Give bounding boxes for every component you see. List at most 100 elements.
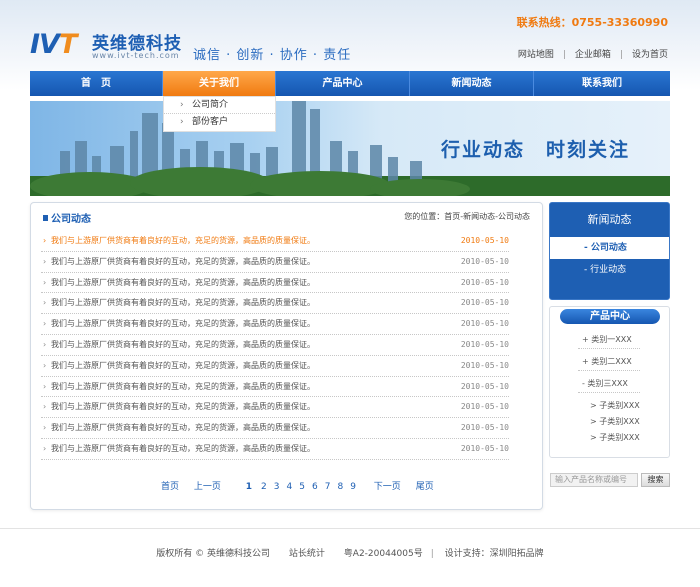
page-number-link[interactable]: 4 — [287, 482, 293, 492]
news-row[interactable]: › 我们与上游原厂供货商有着良好的互动，充足的货源，高品质的质量保证。 2010-0… — [41, 418, 509, 439]
chevron-right-icon: › — [43, 360, 47, 370]
news-date: 2010-05-10 — [460, 360, 509, 370]
chevron-right-icon: › — [43, 236, 47, 245]
product-search-input[interactable]: 输入产品名称或编号 — [550, 473, 638, 487]
breadcrumb: 您的位置：首页-新闻动态-公司动态 — [404, 212, 530, 221]
banner: 行业动态 时刻关注 — [30, 101, 670, 196]
news-row[interactable]: › 我们与上游原厂供货商有着良好的互动，充足的货源，高品质的质量保证。 2010-0… — [41, 439, 509, 460]
news-date: 2010-05-10 — [460, 381, 509, 391]
category-1[interactable]: + 类别一XXX — [582, 334, 632, 345]
last-page-link[interactable]: 尾页 — [416, 482, 434, 492]
chevron-right-icon: › — [180, 100, 184, 110]
icp-number: 粤A2-20044005号 — [343, 549, 423, 559]
news-date: 2010-05-10 — [460, 319, 509, 329]
news-row[interactable]: › 我们与上游原厂供货商有着良好的互动，充足的货源，高品质的质量保证。 2010-0… — [41, 314, 509, 335]
page-number-link[interactable]: 6 — [312, 482, 318, 492]
page-number-link[interactable]: 7 — [325, 482, 331, 492]
news-title[interactable]: 我们与上游原厂供货商有着良好的互动，充足的货源，高品质的质量保证。 — [51, 293, 315, 313]
page-number-link[interactable]: 1 — [246, 482, 252, 492]
news-title[interactable]: 我们与上游原厂供货商有着良好的互动，充足的货源，高品质的质量保证。 — [51, 356, 315, 376]
footer: 版权所有 © 英维德科技公司 站长统计 粤A2-20044005号 | 设计支持：… — [156, 549, 544, 559]
chevron-right-icon: › — [43, 381, 47, 391]
chevron-right-icon: › — [43, 402, 47, 412]
prev-page-link[interactable]: 上一页 — [194, 482, 221, 492]
side-item-company-news[interactable]: - 公司动态 — [550, 237, 669, 259]
nav-item-home[interactable]: 首 页 — [30, 71, 163, 96]
news-date: 2010-05-10 — [460, 339, 509, 349]
page-number-link[interactable]: 8 — [337, 482, 343, 492]
news-title[interactable]: 我们与上游原厂供货商有着良好的互动，充足的货源，高品质的质量保证。 — [51, 397, 315, 417]
nav-item-contact[interactable]: 联系我们 — [534, 71, 670, 96]
page-number-link[interactable]: 9 — [350, 482, 356, 492]
news-title[interactable]: 我们与上游原厂供货商有着良好的互动，充足的货源，高品质的质量保证。 — [51, 252, 315, 272]
email-link[interactable]: 企业邮箱 — [575, 50, 611, 60]
news-date: 2010-05-10 — [460, 256, 509, 266]
chevron-right-icon: › — [43, 277, 47, 287]
pagination: 首页 上一页 123456789 下一页 尾页 — [161, 479, 446, 492]
nav-item-products[interactable]: 产品中心 — [276, 71, 410, 96]
hotline: 联系热线：0755-33360990 — [516, 16, 668, 29]
search-button[interactable]: 搜索 — [641, 473, 670, 487]
category-2[interactable]: + 类别二XXX — [582, 356, 632, 367]
dropdown-item-clients[interactable]: › 部份客户 — [164, 114, 275, 131]
about-dropdown: › 公司简介 › 部份客户 — [163, 96, 276, 132]
news-title[interactable]: 我们与上游原厂供货商有着良好的互动，充足的货源，高品质的质量保证。 — [51, 273, 315, 293]
subcategory-1[interactable]: > 子类别XXX — [590, 400, 640, 411]
chevron-right-icon: › — [43, 298, 47, 308]
news-row[interactable]: › 我们与上游原厂供货商有着良好的互动，充足的货源，高品质的质量保证。 2010-0… — [41, 231, 509, 252]
news-date: 2010-05-10 — [460, 236, 509, 245]
news-list: › 我们与上游原厂供货商有着良好的互动，充足的货源，高品质的质量保证。 2010-0… — [41, 231, 509, 460]
chevron-right-icon: › — [43, 319, 47, 329]
category-3[interactable]: - 类别三XXX — [582, 378, 628, 389]
section-title: 公司动态 — [43, 210, 91, 225]
header-slogan: 诚信 · 创新 · 协作 · 责任 — [193, 48, 352, 63]
nav-item-about[interactable]: 关于我们 — [163, 71, 276, 96]
copyright: 版权所有 © 英维德科技公司 — [156, 549, 271, 559]
page-numbers: 123456789 — [246, 482, 363, 492]
chevron-right-icon: › — [43, 339, 47, 349]
nav-item-news[interactable]: 新闻动态 — [410, 71, 534, 96]
side-product-menu: 产品中心 + 类别一XXX + 类别二XXX - 类别三XXX > 子类别XXX… — [549, 306, 670, 458]
next-page-link[interactable]: 下一页 — [374, 482, 401, 492]
news-date: 2010-05-10 — [460, 423, 509, 433]
banner-slogan: 行业动态 时刻关注 — [440, 139, 630, 161]
news-title[interactable]: 我们与上游原厂供货商有着良好的互动，充足的货源，高品质的质量保证。 — [51, 439, 315, 459]
news-title[interactable]: 我们与上游原厂供货商有着良好的互动，充足的货源，高品质的质量保证。 — [51, 314, 315, 334]
chevron-right-icon: › — [180, 117, 184, 127]
news-title[interactable]: 我们与上游原厂供货商有着良好的互动，充足的货源，高品质的质量保证。 — [51, 231, 315, 251]
sitemap-link[interactable]: 网站地图 — [518, 50, 554, 60]
news-row[interactable]: › 我们与上游原厂供货商有着良好的互动，充足的货源，高品质的质量保证。 2010-0… — [41, 377, 509, 398]
news-title[interactable]: 我们与上游原厂供货商有着良好的互动，充足的货源，高品质的质量保证。 — [51, 335, 315, 355]
chevron-right-icon: › — [43, 256, 47, 266]
company-url: www.ivt-tech.com — [92, 51, 180, 60]
news-title[interactable]: 我们与上游原厂供货商有着良好的互动，充足的货源，高品质的质量保证。 — [51, 418, 315, 438]
flag-icon — [43, 215, 48, 221]
news-date: 2010-05-10 — [460, 298, 509, 308]
side-news-title: 新闻动态 — [587, 213, 632, 226]
news-panel: 公司动态 您的位置：首页-新闻动态-公司动态 › 我们与上游原厂供货商有着良好的互… — [30, 202, 543, 510]
logo-mark: IVT — [30, 29, 77, 60]
news-row[interactable]: › 我们与上游原厂供货商有着良好的互动，充足的货源，高品质的质量保证。 2010-0… — [41, 293, 509, 315]
first-page-link[interactable]: 首页 — [161, 482, 179, 492]
news-row[interactable]: › 我们与上游原厂供货商有着良好的互动，充足的货源，高品质的质量保证。 2010-0… — [41, 397, 509, 419]
page-number-link[interactable]: 3 — [274, 482, 280, 492]
chevron-right-icon: › — [43, 423, 47, 433]
dropdown-item-profile[interactable]: › 公司简介 — [164, 97, 275, 114]
stats-link[interactable]: 站长统计 — [289, 549, 325, 559]
side-products-title: 产品中心 — [560, 309, 660, 324]
subcategory-3[interactable]: > 子类别XXX — [590, 432, 640, 443]
news-date: 2010-05-10 — [460, 443, 509, 453]
news-row[interactable]: › 我们与上游原厂供货商有着良好的互动，充足的货源，高品质的质量保证。 2010-0… — [41, 252, 509, 273]
news-row[interactable]: › 我们与上游原厂供货商有着良好的互动，充足的货源，高品质的质量保证。 2010-0… — [41, 335, 509, 356]
set-homepage-link[interactable]: 设为首页 — [632, 50, 668, 60]
page-number-link[interactable]: 5 — [299, 482, 305, 492]
page-number-link[interactable]: 2 — [261, 482, 267, 492]
design-credit: 设计支持：深圳阳拓品牌 — [444, 549, 544, 559]
news-date: 2010-05-10 — [460, 277, 509, 287]
news-title[interactable]: 我们与上游原厂供货商有着良好的互动，充足的货源，高品质的质量保证。 — [51, 377, 315, 397]
subcategory-2[interactable]: > 子类别XXX — [590, 416, 640, 427]
main-nav: 首 页 关于我们 产品中心 新闻动态 联系我们 — [30, 71, 670, 96]
side-item-industry-news[interactable]: - 行业动态 — [550, 259, 669, 281]
news-row[interactable]: › 我们与上游原厂供货商有着良好的互动，充足的货源，高品质的质量保证。 2010-0… — [41, 273, 509, 294]
news-row[interactable]: › 我们与上游原厂供货商有着良好的互动，充足的货源，高品质的质量保证。 2010-0… — [41, 356, 509, 377]
